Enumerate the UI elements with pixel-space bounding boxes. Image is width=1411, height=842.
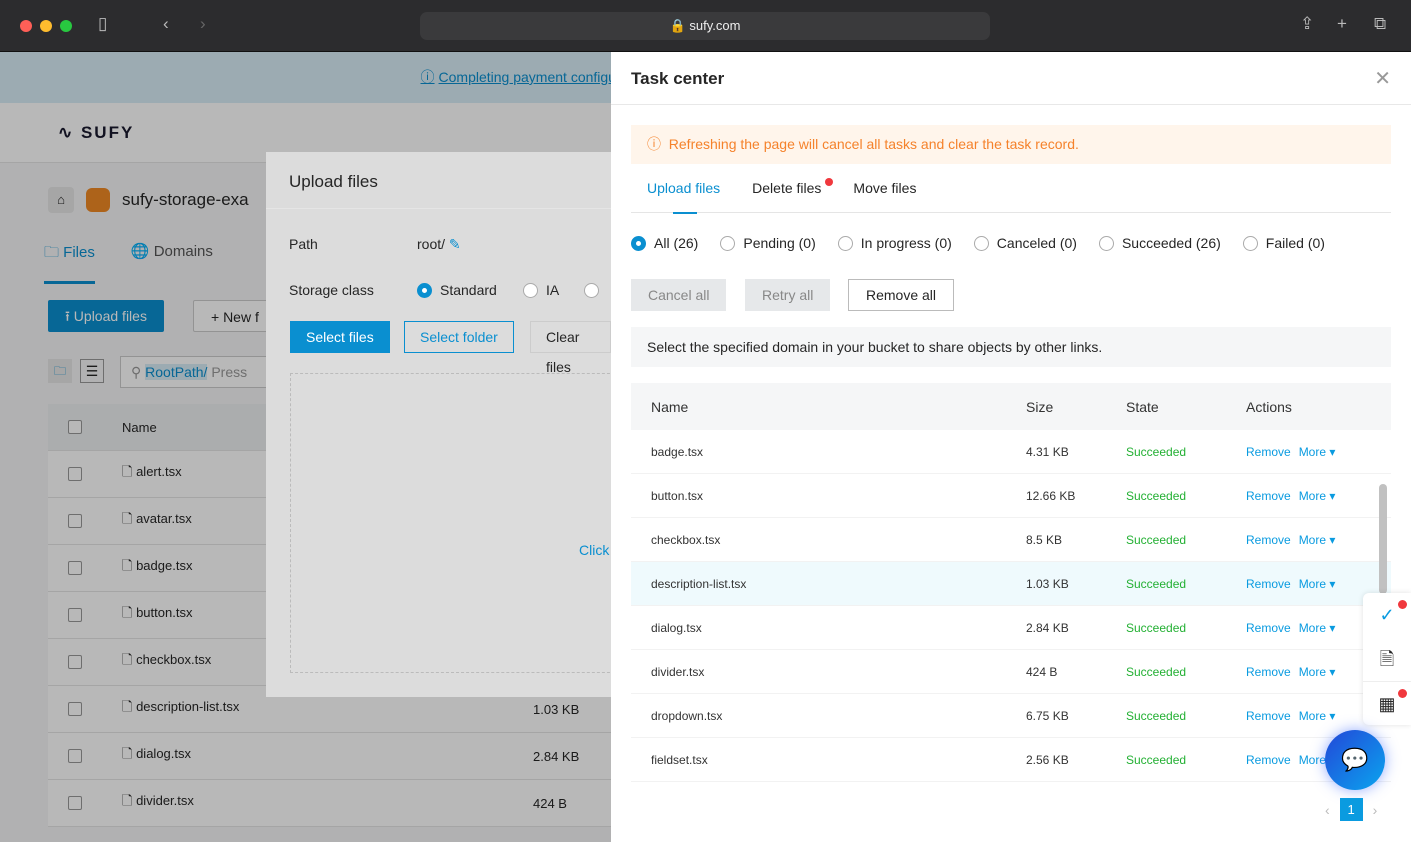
- more-dropdown[interactable]: More ▾: [1299, 489, 1336, 503]
- table-row: checkbox.tsx 8.5 KB Succeeded Remove More ▾: [631, 518, 1391, 562]
- file-name: dialog.tsx: [651, 620, 702, 635]
- status-badge: Succeeded: [1126, 620, 1187, 635]
- tab-delete-files[interactable]: Delete files: [752, 178, 834, 213]
- info-bar: Select the specified domain in your buck…: [631, 327, 1391, 367]
- filter-radio[interactable]: Canceled (0): [973, 235, 1077, 251]
- table-row: badge.tsx 4.31 KB Succeeded Remove More ▾: [631, 430, 1391, 474]
- notification-dot: [825, 178, 834, 186]
- prev-page-icon[interactable]: ‹: [1325, 802, 1330, 818]
- status-badge: Succeeded: [1126, 488, 1187, 503]
- file-size: 12.66 KB: [1026, 488, 1076, 503]
- forward-icon[interactable]: ›: [200, 14, 206, 34]
- remove-link[interactable]: Remove: [1246, 753, 1291, 767]
- filter-radio[interactable]: Succeeded (26): [1098, 235, 1221, 251]
- file-name: button.tsx: [651, 488, 704, 503]
- more-dropdown[interactable]: More ▾: [1299, 445, 1336, 459]
- table-row: button.tsx 12.66 KB Succeeded Remove More ▾: [631, 474, 1391, 518]
- table-row: divider.tsx 424 B Succeeded Remove More ▾: [631, 650, 1391, 694]
- file-name: checkbox.tsx: [651, 532, 721, 547]
- page-1-button[interactable]: 1: [1339, 798, 1363, 821]
- more-dropdown[interactable]: More ▾: [1299, 709, 1336, 723]
- url-text: sufy.com: [689, 18, 741, 33]
- chat-button[interactable]: 💬: [1325, 730, 1385, 790]
- retry-all-button[interactable]: Retry all: [745, 279, 831, 311]
- file-size: 2.84 KB: [1026, 620, 1069, 635]
- status-badge: Succeeded: [1126, 532, 1187, 547]
- status-badge: Succeeded: [1126, 444, 1187, 459]
- file-name: divider.tsx: [651, 664, 705, 679]
- table-row: description-list.tsx 1.03 KB Succeeded Remo…: [631, 562, 1391, 606]
- more-dropdown[interactable]: More ▾: [1299, 533, 1336, 547]
- remove-link[interactable]: Remove: [1246, 577, 1291, 591]
- file-size: 1.03 KB: [1026, 576, 1069, 591]
- status-badge: Succeeded: [1126, 664, 1187, 679]
- file-size: 8.5 KB: [1026, 532, 1063, 547]
- next-page-icon[interactable]: ›: [1373, 802, 1378, 818]
- file-size: 6.75 KB: [1026, 708, 1069, 723]
- status-badge: Succeeded: [1126, 752, 1187, 767]
- address-bar[interactable]: 🔒 sufy.com: [420, 12, 990, 40]
- sidebar-icon[interactable]: ▯: [98, 14, 107, 34]
- document-icon[interactable]: 🗎: [1363, 637, 1411, 681]
- file-name: fieldset.tsx: [651, 752, 708, 767]
- more-dropdown[interactable]: More ▾: [1299, 577, 1336, 591]
- filter-radio[interactable]: All (26): [631, 235, 698, 251]
- back-icon[interactable]: ‹: [163, 14, 169, 34]
- zoom-window-button[interactable]: [60, 20, 72, 32]
- remove-link[interactable]: Remove: [1246, 445, 1291, 459]
- file-size: 2.56 KB: [1026, 752, 1069, 767]
- file-size: 4.31 KB: [1026, 444, 1069, 459]
- new-tab-icon[interactable]: +: [1337, 14, 1347, 34]
- more-dropdown[interactable]: More ▾: [1299, 665, 1336, 679]
- task-check-icon[interactable]: ✓: [1363, 593, 1411, 637]
- table-row: dialog.tsx 2.84 KB Succeeded Remove More ▾: [631, 606, 1391, 650]
- status-badge: Succeeded: [1126, 708, 1187, 723]
- drawer-title: Task center: [631, 69, 725, 88]
- close-icon[interactable]: ✕: [1374, 66, 1391, 91]
- browser-toolbar: ▯ ‹ › 🔒 sufy.com ⇪ + ⧉: [0, 0, 1411, 52]
- cancel-all-button[interactable]: Cancel all: [631, 279, 727, 311]
- filter-radio[interactable]: Pending (0): [720, 235, 816, 251]
- scrollbar[interactable]: [1379, 484, 1387, 594]
- table-row: fieldset.tsx2.56 KBSucceededRemoveMore ▾: [631, 738, 1391, 782]
- remove-all-button[interactable]: Remove all: [848, 279, 955, 311]
- task-table: Name Size State Actions badge.tsx 4.31 KB Suc…: [631, 383, 1391, 782]
- minimize-window-button[interactable]: [40, 20, 52, 32]
- table-row: dropdown.tsx 6.75 KB Succeeded Remove More ▾: [631, 694, 1391, 738]
- file-name: description-list.tsx: [651, 576, 747, 591]
- remove-link[interactable]: Remove: [1246, 489, 1291, 503]
- warning-alert: ⓘ Refreshing the page will cancel all ta…: [631, 125, 1391, 164]
- more-dropdown[interactable]: More ▾: [1299, 621, 1336, 635]
- remove-link[interactable]: Remove: [1246, 533, 1291, 547]
- tab-move-files[interactable]: Move files: [853, 180, 916, 213]
- file-name: badge.tsx: [651, 444, 704, 459]
- file-size: 424 B: [1026, 664, 1058, 679]
- apps-grid-icon[interactable]: ▦: [1363, 681, 1411, 725]
- close-window-button[interactable]: [20, 20, 32, 32]
- tabs-overview-icon[interactable]: ⧉: [1374, 14, 1386, 34]
- status-filters: All (26) Pending (0) In progress (0) Cancel…: [631, 235, 1325, 251]
- table-header: Name Size State Actions: [631, 383, 1391, 430]
- task-tabs: Upload files Delete files Move files: [631, 178, 1391, 214]
- file-name: dropdown.tsx: [651, 708, 723, 723]
- filter-radio[interactable]: In progress (0): [837, 235, 952, 251]
- share-icon[interactable]: ⇪: [1300, 14, 1314, 34]
- side-toolbar: ✓ 🗎 ▦: [1363, 593, 1411, 725]
- task-center-drawer: Task center ✕ ⓘ Refreshing the page will…: [611, 52, 1411, 842]
- remove-link[interactable]: Remove: [1246, 709, 1291, 723]
- remove-link[interactable]: Remove: [1246, 665, 1291, 679]
- filter-radio[interactable]: Failed (0): [1242, 235, 1325, 251]
- tab-upload-files[interactable]: Upload files: [647, 180, 720, 214]
- remove-link[interactable]: Remove: [1246, 621, 1291, 635]
- status-badge: Succeeded: [1126, 576, 1187, 591]
- pagination: ‹ 1 ›: [1325, 798, 1377, 821]
